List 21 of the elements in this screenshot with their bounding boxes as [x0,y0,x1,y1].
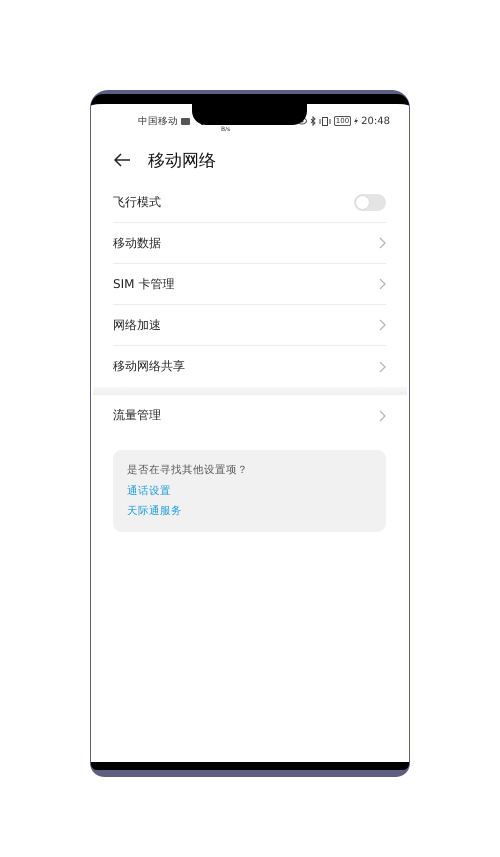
setting-item[interactable]: 移动网络共享 [113,358,379,375]
hd-icon [181,118,190,124]
setting-item[interactable]: 流量管理 [113,407,379,424]
bluetooth-icon [310,116,316,126]
suggestion-prompt: 是否在寻找其他设置项？ [127,463,249,478]
toggle-switch[interactable] [354,194,386,210]
chevron-icon [379,360,386,372]
chevron-icon [379,410,386,422]
chevron-icon [379,237,386,249]
setting-item[interactable]: SIM 卡管理 [113,276,379,292]
carrier-name: 中国移动 [138,114,178,128]
setting-item[interactable]: 网络加速 [113,316,379,334]
clock: 20:48 [361,116,390,126]
page-title: 移动网络 [148,150,216,172]
setting-label: 飞行模式 [113,194,162,210]
setting-item[interactable]: 移动数据 [113,234,379,252]
chevron-icon [379,319,386,331]
back-icon[interactable] [113,153,131,167]
vibrate-icon [318,116,331,126]
charging-icon [354,117,358,125]
chevron-icon [379,278,386,290]
